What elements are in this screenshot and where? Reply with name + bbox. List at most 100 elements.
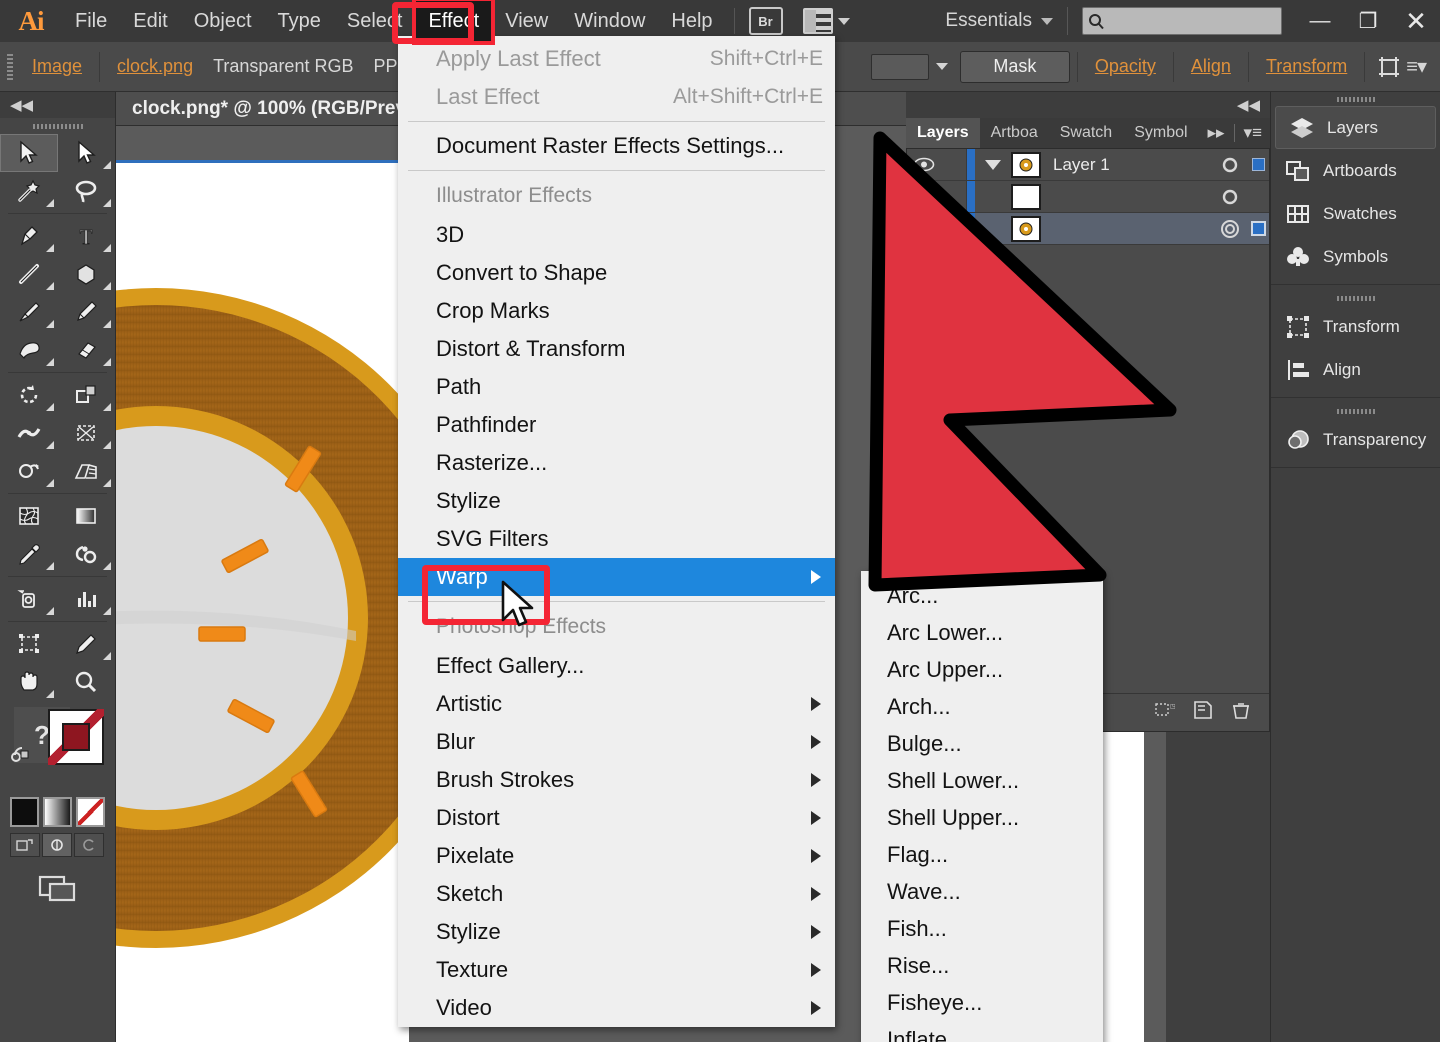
- dock-item-transform[interactable]: Transform: [1271, 305, 1440, 348]
- dock-grip[interactable]: [1271, 404, 1440, 418]
- chevron-down-icon[interactable]: [975, 159, 1011, 170]
- menu-file[interactable]: File: [62, 0, 120, 42]
- dock-grip[interactable]: [1271, 92, 1440, 106]
- panel-menu-icon[interactable]: ≡▾: [1406, 54, 1427, 79]
- search-input[interactable]: [1082, 7, 1282, 35]
- minimize-button[interactable]: —: [1296, 0, 1344, 42]
- control-filename[interactable]: clock.png: [107, 56, 203, 77]
- gradient-tool[interactable]: [58, 497, 116, 535]
- menu-item-artistic[interactable]: Artistic: [398, 685, 835, 723]
- width-tool[interactable]: [0, 414, 58, 452]
- crop-image-icon[interactable]: [1372, 50, 1406, 84]
- symbol-sprayer-tool[interactable]: [0, 580, 58, 618]
- menu-item-3d[interactable]: 3D: [398, 216, 835, 254]
- free-transform-tool[interactable]: [58, 414, 116, 452]
- warp-item-shell-upper[interactable]: Shell Upper...: [861, 799, 1103, 836]
- menu-item-effect-gallery[interactable]: Effect Gallery...: [398, 647, 835, 685]
- none-swatch[interactable]: [76, 797, 105, 827]
- type-tool[interactable]: T: [58, 217, 116, 255]
- perspective-grid-tool[interactable]: [58, 452, 116, 490]
- eyedropper-tool[interactable]: [0, 535, 58, 573]
- lasso-tool[interactable]: [58, 172, 116, 210]
- blend-tool[interactable]: [58, 535, 116, 573]
- menu-item-blur[interactable]: Blur: [398, 723, 835, 761]
- gradient-swatch[interactable]: [43, 797, 72, 827]
- tab-layers[interactable]: Layers: [906, 118, 980, 148]
- workspace-switcher[interactable]: Essentials: [945, 10, 1053, 32]
- menu-item-distort[interactable]: Distort: [398, 799, 835, 837]
- dock-item-transparency[interactable]: Transparency: [1271, 418, 1440, 461]
- tab-artboards[interactable]: Artboa: [980, 118, 1049, 148]
- menu-item-convert-to-shape[interactable]: Convert to Shape: [398, 254, 835, 292]
- target-indicator-icon[interactable]: [1213, 156, 1247, 174]
- target-indicator-icon[interactable]: [1213, 219, 1247, 239]
- tab-symbols[interactable]: Symbol: [1123, 118, 1198, 148]
- new-layer-icon[interactable]: [1193, 700, 1213, 725]
- layer-name[interactable]: Layer 1: [1041, 155, 1213, 175]
- menu-item-crop-marks[interactable]: Crop Marks: [398, 292, 835, 330]
- control-ppi-field[interactable]: [870, 53, 929, 80]
- menu-effect[interactable]: Effect: [412, 0, 496, 45]
- lock-toggle[interactable]: [941, 149, 967, 180]
- table-row[interactable]: [907, 181, 1269, 213]
- magic-wand-tool[interactable]: [0, 172, 58, 210]
- table-row[interactable]: Layer 1: [907, 149, 1269, 181]
- mask-button[interactable]: Mask: [959, 50, 1070, 83]
- change-screen-mode-icon[interactable]: [0, 857, 115, 905]
- color-swatch-black[interactable]: [10, 797, 39, 827]
- menu-item-apply-last-effect[interactable]: Apply Last Effect Shift+Ctrl+E: [398, 40, 835, 78]
- shape-tool[interactable]: [58, 255, 116, 293]
- column-graph-tool[interactable]: [58, 580, 116, 618]
- menu-edit[interactable]: Edit: [120, 0, 180, 42]
- arrange-documents-icon[interactable]: [802, 8, 850, 34]
- dock-item-artboards[interactable]: Artboards: [1271, 149, 1440, 192]
- lock-toggle[interactable]: [941, 181, 967, 212]
- visibility-toggle-icon[interactable]: [907, 221, 941, 236]
- maximize-button[interactable]: ❐: [1344, 0, 1392, 42]
- menu-item-brush-strokes[interactable]: Brush Strokes: [398, 761, 835, 799]
- opacity-link[interactable]: Opacity: [1085, 56, 1166, 77]
- delete-layer-icon[interactable]: [1231, 700, 1251, 725]
- dock-item-symbols[interactable]: Symbols: [1271, 235, 1440, 278]
- eraser-tool[interactable]: [58, 331, 116, 369]
- scale-tool[interactable]: [58, 376, 116, 414]
- artboard[interactable]: [116, 160, 409, 1042]
- warp-item-fisheye[interactable]: Fisheye...: [861, 984, 1103, 1021]
- menu-item-last-effect[interactable]: Last Effect Alt+Shift+Ctrl+E: [398, 78, 835, 116]
- direct-selection-tool[interactable]: [58, 134, 116, 172]
- draw-inside-icon[interactable]: [74, 833, 104, 857]
- menu-item-pathfinder[interactable]: Pathfinder: [398, 406, 835, 444]
- menu-object[interactable]: Object: [181, 0, 265, 42]
- target-indicator-icon[interactable]: [1213, 188, 1247, 206]
- control-bar-grip[interactable]: [7, 53, 13, 80]
- dock-item-layers[interactable]: Layers: [1275, 106, 1436, 149]
- dock-item-swatches[interactable]: Swatches: [1271, 192, 1440, 235]
- menu-item-svg-filters[interactable]: SVG Filters: [398, 520, 835, 558]
- pencil-tool[interactable]: [58, 293, 116, 331]
- collapse-panel-icon[interactable]: ◀◀: [0, 92, 115, 118]
- panel-overflow-icon[interactable]: ▸▸: [1207, 123, 1224, 143]
- pen-tool[interactable]: [0, 217, 58, 255]
- menu-item-sketch[interactable]: Sketch: [398, 875, 835, 913]
- menu-item-video[interactable]: Video: [398, 989, 835, 1027]
- warp-item-fish[interactable]: Fish...: [861, 910, 1103, 947]
- transform-link[interactable]: Transform: [1256, 56, 1357, 77]
- tab-swatches[interactable]: Swatch: [1049, 118, 1123, 148]
- slice-tool[interactable]: [58, 625, 116, 663]
- zoom-tool[interactable]: [58, 663, 116, 701]
- hand-tool[interactable]: [0, 663, 58, 701]
- menu-item-distort-and-transform[interactable]: Distort & Transform: [398, 330, 835, 368]
- artboard-tool[interactable]: [0, 625, 58, 663]
- dock-item-align[interactable]: Align: [1271, 348, 1440, 391]
- warp-item-wave[interactable]: Wave...: [861, 873, 1103, 910]
- visibility-toggle-icon[interactable]: [907, 189, 941, 204]
- menu-item-document-raster-effects-settings[interactable]: Document Raster Effects Settings...: [398, 127, 835, 165]
- rotate-tool[interactable]: [0, 376, 58, 414]
- blob-brush-tool[interactable]: [0, 331, 58, 369]
- lock-toggle[interactable]: [941, 213, 967, 244]
- stroke-swatch[interactable]: [62, 723, 90, 751]
- menu-item-texture[interactable]: Texture: [398, 951, 835, 989]
- menu-item-pixelate[interactable]: Pixelate: [398, 837, 835, 875]
- warp-item-arc-upper[interactable]: Arc Upper...: [861, 651, 1103, 688]
- paintbrush-tool[interactable]: [0, 293, 58, 331]
